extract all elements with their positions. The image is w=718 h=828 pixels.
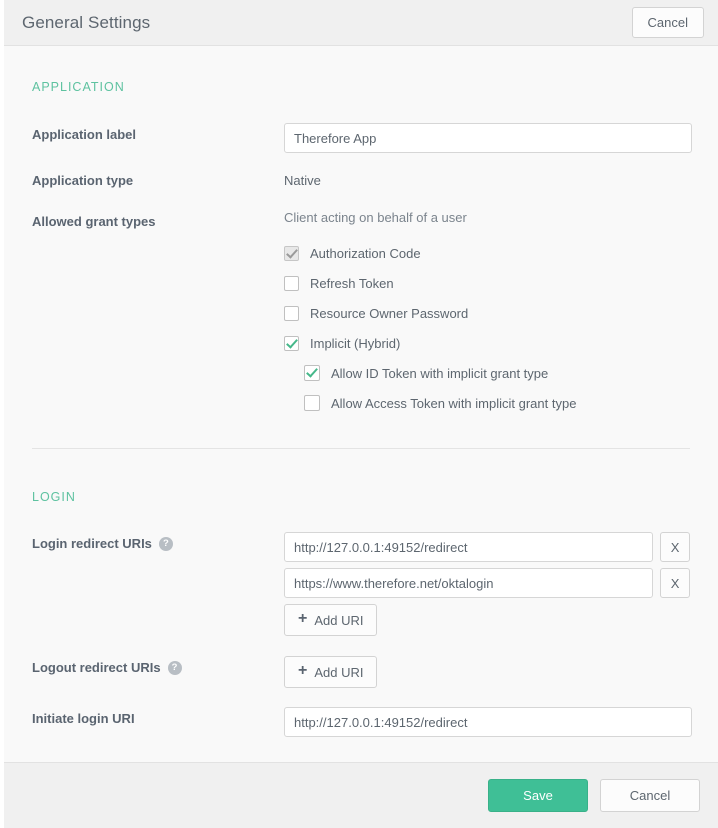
label-login-redirect-uris-text: Login redirect URIs <box>32 536 152 551</box>
row-login-redirect-uris: Login redirect URIs ? X X + Add URI <box>32 532 690 636</box>
grant-checkbox-label: Refresh Token <box>310 276 394 291</box>
panel-footer: Save Cancel <box>4 762 718 828</box>
label-initiate-login-uri: Initiate login URI <box>32 707 284 726</box>
checkbox-resource-owner-password <box>284 306 299 321</box>
login-redirect-uri-row: X <box>284 532 690 562</box>
login-redirect-uri-row: X <box>284 568 690 598</box>
field-login-redirect-uris: X X + Add URI <box>284 532 690 636</box>
field-logout-redirect-uris: + Add URI <box>284 656 690 688</box>
row-allowed-grant-types: Allowed grant types Client acting on beh… <box>32 210 690 418</box>
add-uri-label: Add URI <box>314 614 363 627</box>
grant-checkbox-label: Implicit (Hybrid) <box>310 336 400 351</box>
row-logout-redirect-uris: Logout redirect URIs ? + Add URI <box>32 656 690 688</box>
grant-checkbox-row[interactable]: Allow ID Token with implicit grant type <box>304 358 690 388</box>
panel-header: General Settings Cancel <box>4 0 718 46</box>
checkbox-allow-access-token <box>304 395 320 411</box>
grant-checkbox-row[interactable]: Refresh Token <box>284 268 690 298</box>
add-uri-label: Add URI <box>314 666 363 679</box>
label-application-label: Application label <box>32 123 284 142</box>
label-logout-redirect-uris-text: Logout redirect URIs <box>32 660 161 675</box>
field-application-label <box>284 123 690 153</box>
settings-content: APPLICATION Application label Applicatio… <box>4 46 718 737</box>
row-application-type: Application type Native <box>32 169 690 188</box>
checkbox-allow-id-token <box>304 365 320 381</box>
help-icon[interactable]: ? <box>168 661 182 675</box>
save-button[interactable]: Save <box>488 779 588 812</box>
page-title: General Settings <box>22 13 150 33</box>
plus-icon: + <box>298 611 307 627</box>
label-login-redirect-uris: Login redirect URIs ? <box>32 532 284 551</box>
field-application-type: Native <box>284 169 690 188</box>
label-application-type: Application type <box>32 169 284 188</box>
plus-icon: + <box>298 663 307 679</box>
grant-checkbox-label: Resource Owner Password <box>310 306 468 321</box>
grant-checkbox-label: Allow ID Token with implicit grant type <box>331 366 548 381</box>
label-logout-redirect-uris: Logout redirect URIs ? <box>32 656 284 675</box>
grant-types-hint: Client acting on behalf of a user <box>284 210 690 225</box>
grant-checkbox-row[interactable]: Authorization Code <box>284 238 690 268</box>
add-logout-redirect-uri-button[interactable]: + Add URI <box>284 656 377 688</box>
footer-cancel-button[interactable]: Cancel <box>600 779 700 812</box>
row-application-label: Application label <box>32 123 690 153</box>
checkbox-refresh-token <box>284 276 299 291</box>
grant-types-checkbox-list: Authorization Code Refresh Token Resourc… <box>284 238 690 418</box>
grant-checkbox-row[interactable]: Allow Access Token with implicit grant t… <box>304 388 690 418</box>
section-title-application: APPLICATION <box>32 80 690 94</box>
grant-checkbox-label: Allow Access Token with implicit grant t… <box>331 396 576 411</box>
label-allowed-grant-types: Allowed grant types <box>32 210 284 229</box>
remove-uri-button[interactable]: X <box>660 568 690 598</box>
help-icon[interactable]: ? <box>159 537 173 551</box>
header-cancel-button[interactable]: Cancel <box>632 7 704 38</box>
initiate-login-uri-input[interactable] <box>284 707 692 737</box>
checkbox-authorization-code <box>284 246 299 261</box>
application-type-value: Native <box>284 169 690 188</box>
row-initiate-login-uri: Initiate login URI <box>32 707 690 737</box>
application-label-input[interactable] <box>284 123 692 153</box>
section-title-login: LOGIN <box>32 490 690 504</box>
login-redirect-uri-input[interactable] <box>284 568 653 598</box>
field-initiate-login-uri <box>284 707 690 737</box>
general-settings-panel: General Settings Cancel APPLICATION Appl… <box>0 0 718 828</box>
add-login-redirect-uri-button[interactable]: + Add URI <box>284 604 377 636</box>
field-allowed-grant-types: Client acting on behalf of a user Author… <box>284 210 690 418</box>
grant-checkbox-label: Authorization Code <box>310 246 421 261</box>
grant-checkbox-row[interactable]: Implicit (Hybrid) <box>284 328 690 358</box>
checkbox-implicit-hybrid <box>284 336 299 351</box>
remove-uri-button[interactable]: X <box>660 532 690 562</box>
grant-checkbox-row[interactable]: Resource Owner Password <box>284 298 690 328</box>
login-redirect-uri-input[interactable] <box>284 532 653 562</box>
